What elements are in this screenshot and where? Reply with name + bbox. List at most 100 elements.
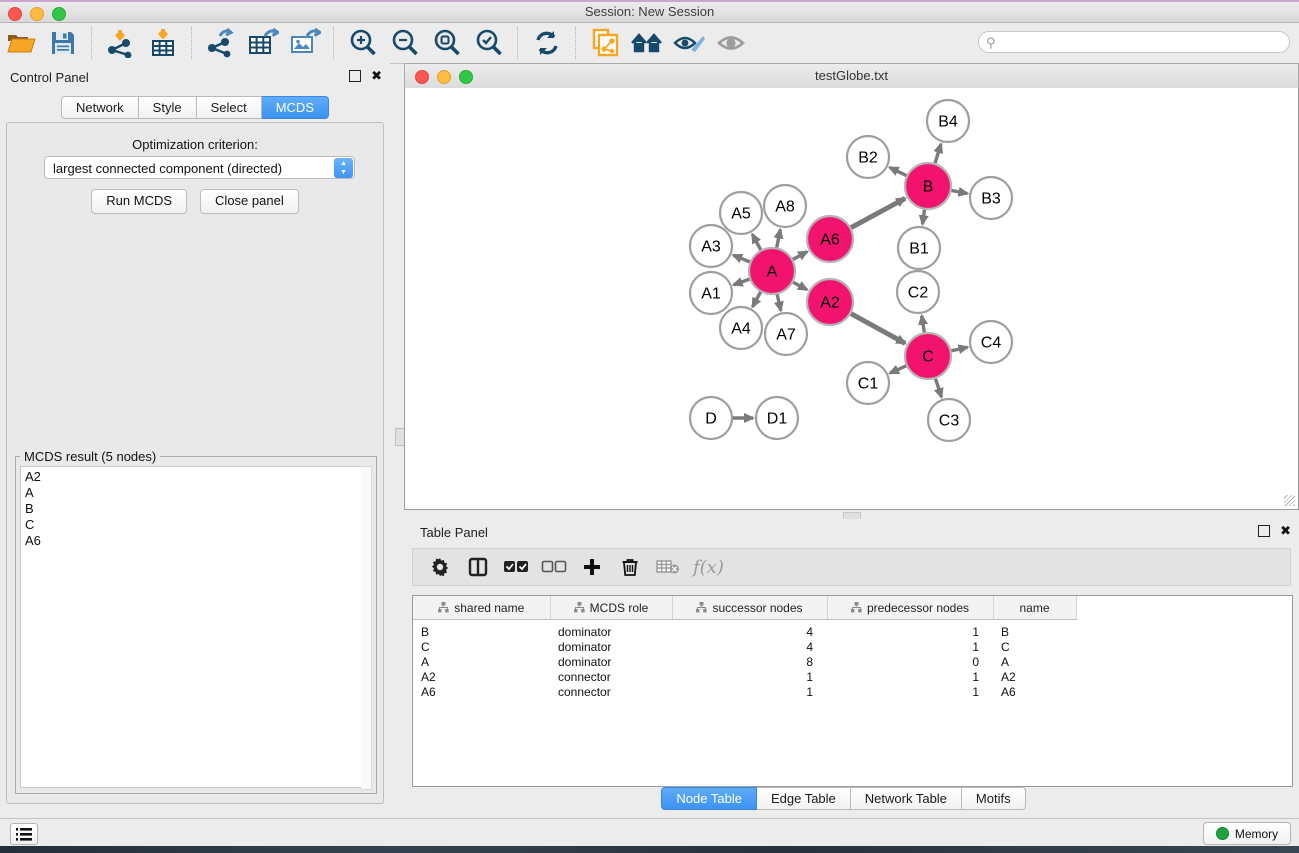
table-cell[interactable]: A6 (413, 684, 550, 699)
search-input[interactable] (978, 31, 1290, 53)
table-cell[interactable]: A (993, 654, 1076, 669)
network-canvas[interactable]: B4B2BB3A5A8A6B1A3AA1A2C2A4A7CC4C1C3DD1 (404, 88, 1299, 510)
graph-edge-A-A3[interactable] (733, 255, 752, 263)
tab-node-table[interactable]: Node Table (661, 787, 757, 810)
select-all-checkboxes-icon[interactable] (501, 554, 531, 580)
table-row[interactable]: A6connector11A6 (413, 684, 1292, 699)
table-cell[interactable]: 4 (672, 620, 827, 640)
table-cell[interactable]: 1 (827, 684, 993, 699)
memory-button[interactable]: Memory (1203, 822, 1291, 845)
tab-style[interactable]: Style (139, 96, 197, 119)
settings-gear-icon[interactable] (425, 554, 455, 580)
table-cell[interactable]: 1 (672, 684, 827, 699)
table-cell[interactable]: 1 (827, 639, 993, 654)
open-file-icon[interactable] (4, 27, 38, 59)
table-cell[interactable]: dominator (550, 620, 672, 640)
table-cell[interactable]: 1 (672, 669, 827, 684)
table-cell[interactable]: 8 (672, 654, 827, 669)
zoom-selected-icon[interactable] (472, 27, 506, 59)
graph-edge-A-A8[interactable] (776, 230, 780, 251)
save-session-icon[interactable] (46, 27, 80, 59)
table-cell[interactable]: connector (550, 684, 672, 699)
table-cell[interactable]: dominator (550, 639, 672, 654)
window-resize-grip[interactable] (1284, 495, 1295, 506)
table-cell[interactable]: C (993, 639, 1076, 654)
table-cell[interactable]: C (413, 639, 550, 654)
zoom-out-icon[interactable] (388, 27, 422, 59)
table-cell[interactable]: B (993, 620, 1076, 640)
graph-edge-C-C3[interactable] (935, 376, 942, 397)
close-panel-icon[interactable]: ✖ (371, 71, 382, 81)
task-history-button[interactable] (10, 823, 38, 845)
mcds-result-scrollbar[interactable] (361, 466, 372, 790)
float-panel-icon[interactable] (349, 70, 361, 82)
column-visibility-icon[interactable] (463, 554, 493, 580)
column-header-predecessor-nodes[interactable]: predecessor nodes (827, 596, 993, 620)
table-row[interactable]: Cdominator41C (413, 639, 1292, 654)
mcds-result-item[interactable]: A6 (25, 533, 361, 549)
export-table-icon[interactable] (246, 27, 280, 59)
zoom-window-button[interactable] (52, 7, 66, 21)
new-network-from-selection-icon[interactable] (588, 27, 622, 59)
close-table-panel-icon[interactable]: ✖ (1280, 526, 1291, 536)
column-header-shared-name[interactable]: shared name (413, 596, 550, 620)
graph-edge-A-A5[interactable] (752, 234, 762, 252)
tab-select[interactable]: Select (197, 96, 262, 119)
tab-network-table[interactable]: Network Table (851, 787, 962, 810)
table-row[interactable]: Adominator80A (413, 654, 1292, 669)
first-neighbors-icon[interactable] (630, 27, 664, 59)
mcds-result-list[interactable]: A2ABCA6 (20, 466, 362, 788)
table-cell[interactable]: 4 (672, 639, 827, 654)
import-network-icon[interactable] (104, 27, 138, 59)
table-cell[interactable]: B (413, 620, 550, 640)
minimize-window-button[interactable] (30, 7, 44, 21)
import-table-icon[interactable] (146, 27, 180, 59)
network-close-button[interactable] (415, 70, 429, 84)
column-header-name[interactable]: name (993, 596, 1076, 620)
table-cell[interactable]: 1 (827, 620, 993, 640)
refresh-icon[interactable] (530, 27, 564, 59)
table-cell[interactable]: A (413, 654, 550, 669)
tab-edge-table[interactable]: Edge Table (757, 787, 851, 810)
zoom-fit-icon[interactable] (430, 27, 464, 59)
graph-edge-B-B2[interactable] (890, 167, 909, 176)
delete-table-icon[interactable] (653, 554, 683, 580)
network-minimize-button[interactable] (437, 70, 451, 84)
mcds-result-item[interactable]: C (25, 517, 361, 533)
table-cell[interactable]: A6 (993, 684, 1076, 699)
graph-edge-B-B4[interactable] (934, 144, 941, 166)
table-cell[interactable]: A2 (993, 669, 1076, 684)
close-window-button[interactable] (8, 7, 22, 21)
tab-mcds[interactable]: MCDS (262, 96, 329, 119)
graph-edge-A2-C[interactable] (848, 312, 905, 343)
close-panel-button[interactable]: Close panel (200, 189, 299, 214)
mcds-result-item[interactable]: A2 (25, 469, 361, 485)
mcds-result-item[interactable]: A (25, 485, 361, 501)
table-row[interactable]: A2connector11A2 (413, 669, 1292, 684)
table-cell[interactable]: dominator (550, 654, 672, 669)
add-column-icon[interactable] (577, 554, 607, 580)
function-builder-icon[interactable]: f(x) (693, 557, 724, 578)
run-mcds-button[interactable]: Run MCDS (91, 189, 187, 214)
node-table[interactable]: shared nameMCDS rolesuccessor nodesprede… (412, 595, 1293, 787)
graph-edge-A6-B[interactable] (848, 198, 905, 229)
table-row[interactable]: Bdominator41B (413, 620, 1292, 640)
column-header-MCDS-role[interactable]: MCDS role (550, 596, 672, 620)
export-image-icon[interactable] (288, 27, 322, 59)
float-table-panel-icon[interactable] (1258, 525, 1270, 537)
tab-network[interactable]: Network (61, 96, 139, 119)
export-network-icon[interactable] (204, 27, 238, 59)
table-cell[interactable]: 0 (827, 654, 993, 669)
mcds-result-item[interactable]: B (25, 501, 361, 517)
table-cell[interactable]: 1 (827, 669, 993, 684)
show-all-icon[interactable] (714, 27, 748, 59)
hide-selected-icon[interactable] (672, 27, 706, 59)
table-cell[interactable]: connector (550, 669, 672, 684)
table-cell[interactable]: A2 (413, 669, 550, 684)
zoom-in-icon[interactable] (346, 27, 380, 59)
optimization-criterion-select[interactable]: largest connected component (directed) ▲… (44, 156, 355, 179)
network-zoom-button[interactable] (459, 70, 473, 84)
column-header-successor-nodes[interactable]: successor nodes (672, 596, 827, 620)
deselect-all-checkboxes-icon[interactable] (539, 554, 569, 580)
delete-column-icon[interactable] (615, 554, 645, 580)
